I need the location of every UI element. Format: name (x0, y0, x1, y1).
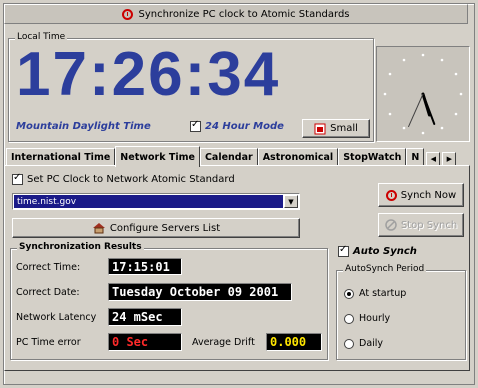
radio-daily[interactable]: Daily (344, 338, 383, 349)
radio-label-at-startup: At startup (359, 288, 407, 299)
radio-button[interactable] (344, 338, 354, 349)
clock-face (383, 53, 463, 135)
server-value: time.nist.gov (14, 195, 283, 208)
synch-now-button[interactable]: Synch Now (378, 183, 464, 207)
hour-mode-check[interactable] (190, 119, 201, 132)
hour-mode-checkbox[interactable]: 24 Hour Mode (190, 119, 284, 132)
radio-hourly[interactable]: Hourly (344, 313, 390, 324)
server-select[interactable]: time.nist.gov ▼ (12, 193, 300, 210)
correct-time-value: 17:15:01 (108, 258, 182, 275)
correct-date-label: Correct Date: (16, 287, 80, 298)
clock-icon (122, 8, 134, 20)
tab-stopwatch[interactable]: StopWatch (338, 148, 407, 166)
second-hand (407, 93, 424, 128)
window-title: Synchronize PC clock to Atomic Standards (138, 8, 350, 20)
small-button-label: Small (330, 123, 358, 134)
timezone-label: Mountain Daylight Time (16, 121, 151, 132)
tab-international-time[interactable]: International Time (6, 148, 116, 166)
synch-now-label: Synch Now (400, 189, 457, 201)
autosynch-period-label: AutoSynch Period (343, 264, 427, 274)
minute-hand (422, 93, 436, 125)
tab-strip: International Time Network Time Calendar As… (6, 146, 472, 167)
radio-label-daily: Daily (359, 338, 384, 349)
set-pc-clock-label: Set PC Clock to Network Atomic Standard (27, 174, 235, 185)
latency-label: Network Latency (16, 312, 97, 323)
correct-date-value: Tuesday October 09 2001 (108, 283, 292, 301)
stop-synch-label: Stop Synch (400, 219, 458, 231)
auto-synch-check[interactable] (338, 244, 349, 257)
stop-icon (385, 219, 397, 231)
configure-servers-button[interactable]: Configure Servers List (12, 218, 300, 238)
latency-value: 24 mSec (108, 308, 182, 326)
correct-time-label: Correct Time: (16, 262, 81, 273)
set-pc-clock-checkbox[interactable]: Set PC Clock to Network Atomic Standard (12, 172, 235, 185)
radio-at-startup[interactable]: At startup (344, 288, 406, 299)
pc-error-value: 0 Sec (108, 333, 182, 351)
tab-network-time[interactable]: Network Time (115, 146, 200, 167)
hour-mode-label: 24 Hour Mode (205, 121, 284, 132)
tab-calendar[interactable]: Calendar (199, 148, 258, 166)
tab-n[interactable]: N (406, 148, 425, 166)
tab-scroll-left-icon[interactable]: ◀ (426, 152, 441, 166)
pc-error-label: PC Time error (16, 337, 81, 348)
synch-clock-icon (385, 189, 397, 201)
house-icon (92, 223, 105, 234)
tab-scroll-right-icon[interactable]: ▶ (442, 152, 457, 166)
set-pc-clock-check[interactable] (12, 172, 23, 185)
radio-label-hourly: Hourly (359, 313, 391, 324)
auto-synch-label: Auto Synch (353, 246, 417, 257)
avg-drift-label: Average Drift (192, 337, 255, 348)
small-window-icon (314, 123, 326, 134)
auto-synch-checkbox[interactable]: Auto Synch (338, 244, 417, 257)
small-button[interactable]: Small (302, 119, 370, 138)
radio-button[interactable] (344, 313, 354, 324)
tab-astronomical[interactable]: Astronomical (257, 148, 339, 166)
analog-clock (376, 46, 470, 142)
stop-synch-button[interactable]: Stop Synch (378, 213, 464, 237)
local-time-display: 17:26:34 (16, 40, 281, 109)
sync-results-label: Synchronization Results (17, 242, 144, 252)
configure-servers-label: Configure Servers List (109, 222, 221, 234)
title-bar: Synchronize PC clock to Atomic Standards (4, 4, 468, 24)
avg-drift-value: 0.000 (266, 333, 322, 351)
chevron-down-icon[interactable]: ▼ (284, 195, 298, 208)
radio-button[interactable] (344, 288, 354, 299)
